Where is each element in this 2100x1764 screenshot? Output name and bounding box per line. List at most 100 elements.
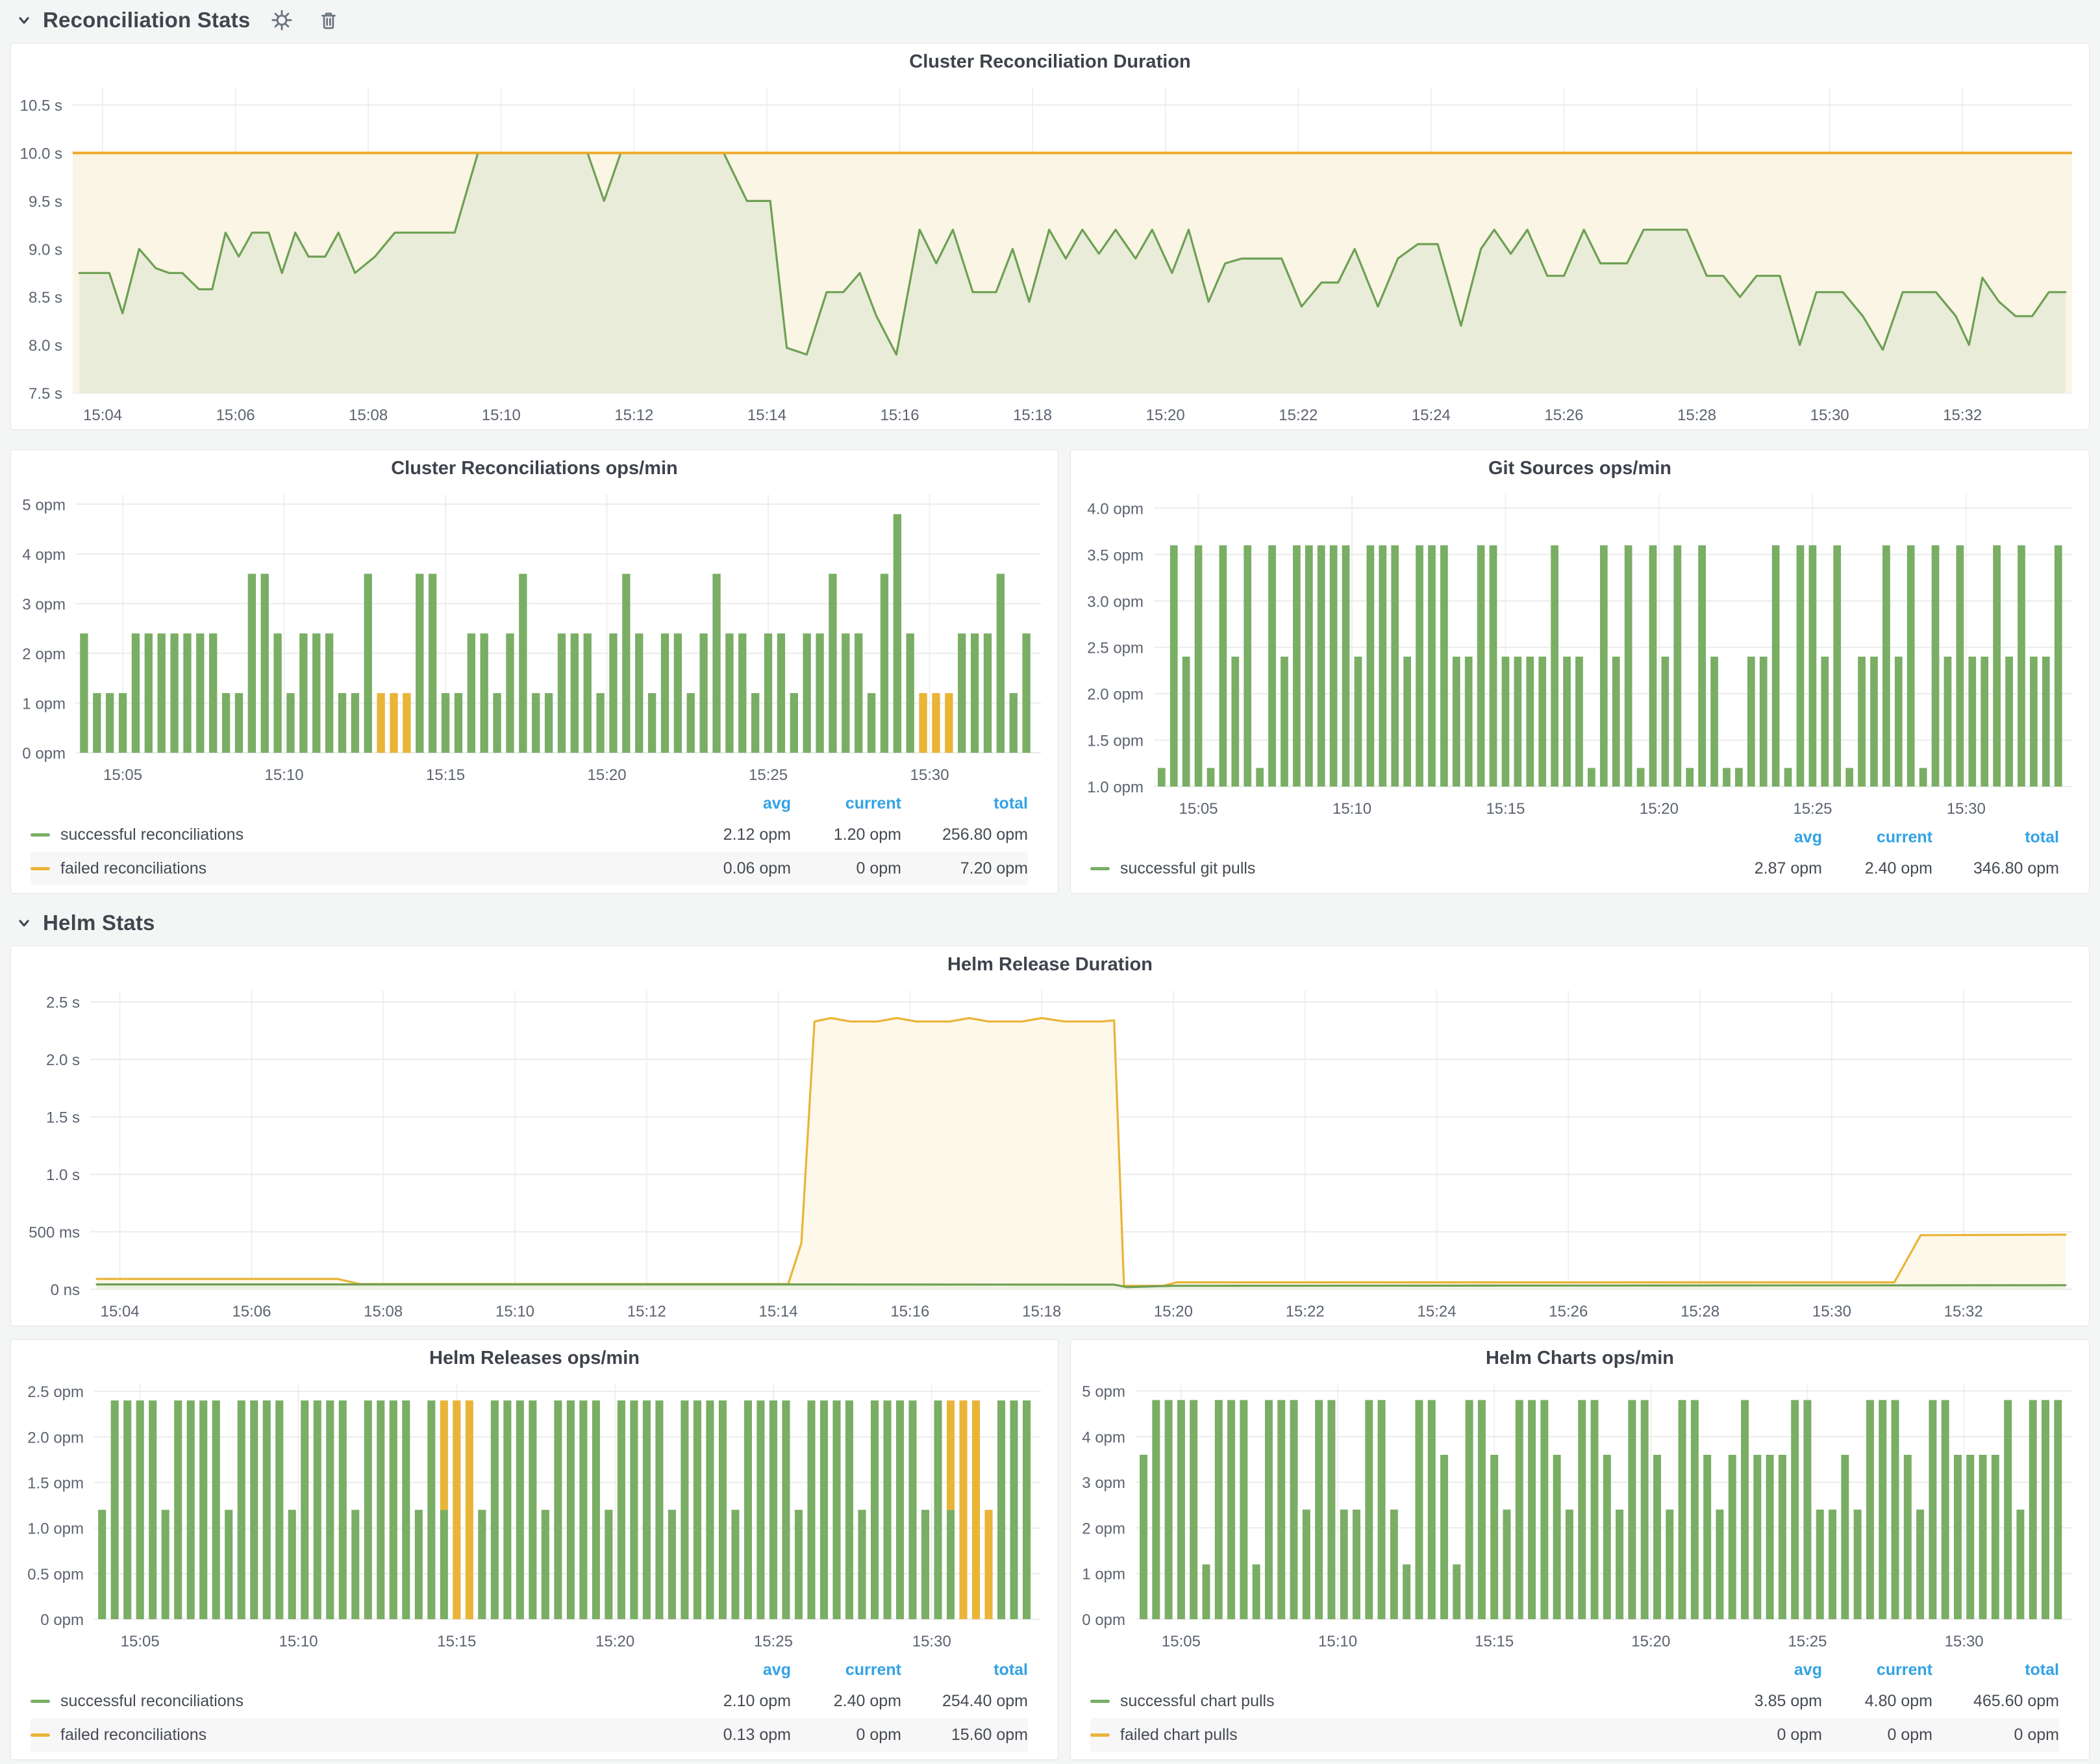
svg-text:15:32: 15:32 (1944, 1303, 1983, 1320)
svg-text:1 opm: 1 opm (22, 695, 66, 712)
legend-series-label: successful reconciliations (60, 825, 244, 844)
svg-text:15:24: 15:24 (1412, 407, 1451, 424)
legend-header-current[interactable]: current (1822, 828, 1932, 847)
panel-title[interactable]: Helm Releases ops/min (11, 1340, 1058, 1374)
svg-text:15:20: 15:20 (1631, 1633, 1670, 1650)
legend-series-toggle[interactable]: successful reconciliations (31, 825, 681, 844)
legend-header-current[interactable]: current (1822, 1661, 1932, 1680)
legend-row-failed-reconciliations: failed reconciliations 0.06 opm 0 opm 7.… (31, 851, 1028, 885)
svg-text:15:25: 15:25 (1788, 1633, 1827, 1650)
svg-text:15:06: 15:06 (216, 407, 255, 424)
panel-title[interactable]: Cluster Reconciliations ops/min (11, 450, 1058, 484)
legend-header-avg[interactable]: avg (681, 794, 791, 813)
svg-text:15:20: 15:20 (1146, 407, 1185, 424)
panel-title[interactable]: Git Sources ops/min (1071, 450, 2089, 484)
helm-release-duration-chart[interactable]: 15:0415:0615:0815:1015:1215:1415:1615:18… (11, 980, 2089, 1326)
legend-row-failed-chart-pulls: failed chart pulls 0 opm 0 opm 0 opm (1090, 1718, 2059, 1752)
svg-text:15:25: 15:25 (754, 1633, 793, 1650)
svg-text:0 opm: 0 opm (22, 745, 66, 762)
svg-text:4 opm: 4 opm (22, 546, 66, 564)
svg-text:15:10: 15:10 (482, 407, 521, 424)
helm-charts-chart[interactable]: 15:0515:1015:1515:2015:2515:300 opm1 opm… (1071, 1374, 2089, 1656)
legend-row-successful-reconciliations: successful reconciliations 2.12 opm 1.20… (31, 818, 1028, 851)
series-color-swatch (1090, 1700, 1110, 1703)
section-title: Helm Stats (43, 911, 155, 935)
svg-text:15:05: 15:05 (103, 766, 142, 784)
legend-current-value: 2.40 opm (791, 1692, 901, 1711)
section-delete-button[interactable] (314, 5, 344, 35)
legend-series-toggle[interactable]: failed reconciliations (31, 1726, 681, 1745)
svg-text:0 opm: 0 opm (1082, 1611, 1125, 1629)
svg-text:15:14: 15:14 (759, 1303, 798, 1320)
svg-text:15:18: 15:18 (1013, 407, 1052, 424)
svg-text:1.5 s: 1.5 s (46, 1109, 80, 1127)
section-settings-button[interactable] (267, 5, 297, 35)
svg-text:15:26: 15:26 (1544, 407, 1583, 424)
cluster-reconciliation-duration-chart[interactable]: 15:0415:0615:0815:1015:1215:1415:1615:18… (11, 77, 2089, 429)
svg-text:4 opm: 4 opm (1082, 1429, 1125, 1446)
svg-text:10.0 s: 10.0 s (20, 145, 62, 163)
svg-text:2.5 opm: 2.5 opm (1087, 640, 1144, 657)
svg-text:15:16: 15:16 (881, 407, 919, 424)
svg-text:15:30: 15:30 (1947, 800, 1986, 818)
legend-series-toggle[interactable]: successful chart pulls (1090, 1692, 1712, 1711)
svg-text:500 ms: 500 ms (29, 1224, 80, 1242)
svg-text:15:05: 15:05 (1179, 800, 1218, 818)
svg-text:2.0 s: 2.0 s (46, 1052, 80, 1069)
legend-series-toggle[interactable]: failed reconciliations (31, 859, 681, 878)
section-reconciliation-stats[interactable]: Reconciliation Stats (14, 0, 344, 40)
legend-current-value: 0 opm (791, 859, 901, 878)
legend-header-current[interactable]: current (791, 794, 901, 813)
legend-header-total[interactable]: total (901, 1661, 1028, 1680)
legend-avg-value: 2.87 opm (1712, 859, 1822, 878)
legend-header-current[interactable]: current (791, 1661, 901, 1680)
svg-text:3 opm: 3 opm (1082, 1474, 1125, 1492)
svg-text:2.0 opm: 2.0 opm (27, 1429, 84, 1446)
panel-title[interactable]: Cluster Reconciliation Duration (11, 44, 2089, 77)
cluster-reconciliations-chart[interactable]: 15:0515:1015:1515:2015:2515:300 opm1 opm… (11, 484, 1058, 789)
svg-text:2.5 s: 2.5 s (46, 994, 80, 1012)
legend-header-avg[interactable]: avg (681, 1661, 791, 1680)
git-sources-chart[interactable]: 15:0515:1015:1515:2015:2515:301.0 opm1.5… (1071, 484, 2089, 823)
legend-total-value: 254.40 opm (901, 1692, 1028, 1711)
svg-text:15:08: 15:08 (349, 407, 388, 424)
svg-text:15:12: 15:12 (614, 407, 653, 424)
svg-text:1.0 opm: 1.0 opm (27, 1520, 84, 1538)
svg-text:15:16: 15:16 (890, 1303, 929, 1320)
series-color-swatch (31, 1733, 50, 1737)
section-helm-stats[interactable]: Helm Stats (14, 903, 155, 943)
svg-text:8.5 s: 8.5 s (29, 289, 62, 307)
legend: avg current total successful reconciliat… (11, 1656, 1058, 1759)
svg-text:15:08: 15:08 (364, 1303, 403, 1320)
svg-text:15:14: 15:14 (747, 407, 786, 424)
legend-avg-value: 2.12 opm (681, 825, 791, 844)
legend-header-total[interactable]: total (901, 794, 1028, 813)
legend-series-toggle[interactable]: successful git pulls (1090, 859, 1712, 878)
helm-releases-chart[interactable]: 15:0515:1015:1515:2015:2515:300 opm0.5 o… (11, 1374, 1058, 1656)
svg-text:15:10: 15:10 (1332, 800, 1371, 818)
svg-text:15:20: 15:20 (595, 1633, 634, 1650)
legend-header-avg[interactable]: avg (1712, 1661, 1822, 1680)
legend-header-total[interactable]: total (1932, 828, 2059, 847)
panel-helm-releases-opm: Helm Releases ops/min 15:0515:1015:1515:… (10, 1339, 1058, 1760)
svg-text:15:10: 15:10 (1318, 1633, 1357, 1650)
legend-header-total[interactable]: total (1932, 1661, 2059, 1680)
panel-title[interactable]: Helm Release Duration (11, 946, 2089, 980)
legend-total-value: 0 opm (1932, 1726, 2059, 1745)
chevron-down-icon (14, 10, 34, 30)
svg-text:15:26: 15:26 (1549, 1303, 1588, 1320)
legend-header-avg[interactable]: avg (1712, 828, 1822, 847)
svg-text:15:20: 15:20 (1154, 1303, 1193, 1320)
legend-series-toggle[interactable]: successful reconciliations (31, 1692, 681, 1711)
svg-text:15:28: 15:28 (1677, 407, 1716, 424)
svg-text:9.5 s: 9.5 s (29, 193, 62, 210)
legend-series-label: failed reconciliations (60, 859, 206, 878)
legend-avg-value: 0 opm (1712, 1726, 1822, 1745)
svg-text:10.5 s: 10.5 s (20, 97, 62, 115)
legend-avg-value: 2.10 opm (681, 1692, 791, 1711)
legend-series-toggle[interactable]: failed chart pulls (1090, 1726, 1712, 1745)
panel-title[interactable]: Helm Charts ops/min (1071, 1340, 2089, 1374)
svg-text:15:15: 15:15 (437, 1633, 476, 1650)
legend-series-label: successful chart pulls (1120, 1692, 1275, 1711)
svg-text:1.5 opm: 1.5 opm (27, 1475, 84, 1493)
